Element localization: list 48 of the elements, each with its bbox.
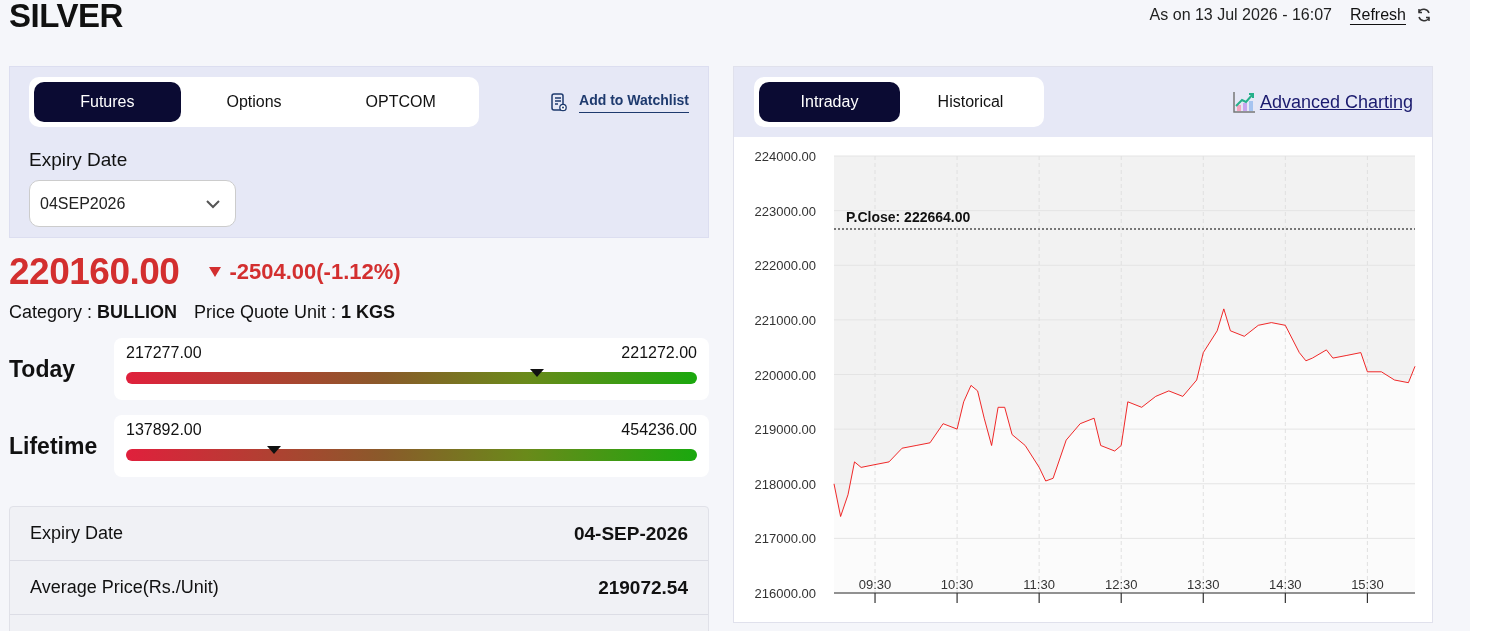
range-high: 221272.00 [621, 344, 697, 362]
chevron-down-icon [205, 198, 221, 209]
chart-range-tab[interactable]: Historical [900, 82, 1041, 122]
range-high: 454236.00 [621, 421, 697, 439]
y-axis-label: 217000.00 [754, 531, 816, 547]
price-change: -2504.00(-1.12%) [229, 259, 401, 285]
price-unit-value: 1 KGS [341, 302, 396, 323]
refresh-link[interactable]: Refresh [1349, 6, 1406, 24]
x-axis-label: 14:30 [1269, 577, 1302, 592]
y-axis-label: 216000.00 [754, 586, 816, 601]
y-axis-label: 219000.00 [754, 422, 816, 438]
segment-tab[interactable]: Futures [34, 82, 181, 122]
timestamp: As on 13 Jul 2026 - 16:07 [1149, 6, 1332, 24]
x-axis-label: 10:30 [940, 577, 974, 592]
refresh-icon[interactable] [1416, 7, 1432, 23]
range-label: Lifetime [9, 432, 99, 460]
y-axis-label: 221000.00 [754, 312, 816, 328]
previous-close-label: P.Close: 222664.00 [846, 209, 971, 225]
last-price: 220160.00 [9, 251, 180, 293]
page-title: SILVER [9, 0, 123, 35]
y-axis-label: 222000.00 [754, 258, 816, 274]
category-label: Category : [9, 302, 93, 323]
y-axis-label: 223000.00 [754, 203, 816, 219]
x-axis-label: 09:30 [858, 577, 892, 592]
expiry-date-label: Expiry Date [29, 149, 129, 171]
x-axis-label: 15:30 [1351, 577, 1384, 592]
watchlist-icon[interactable] [551, 92, 568, 112]
x-axis-label: 12:30 [1104, 577, 1138, 592]
y-axis-label: 220000.00 [754, 367, 816, 383]
add-to-watchlist-link[interactable]: Add to Watchlist [579, 91, 689, 113]
detail-value: 04-SEP-2026 [573, 522, 688, 545]
price-unit-label: Price Quote Unit : [194, 302, 337, 323]
advanced-charting-link[interactable]: Advanced Charting [1259, 91, 1413, 113]
y-axis-label: 224000.00 [754, 149, 816, 164]
category-value: BULLION [97, 302, 178, 323]
range-low: 217277.00 [126, 344, 202, 362]
detail-label: Expiry Date [30, 523, 124, 544]
segment-tab[interactable]: Options [180, 82, 328, 122]
x-axis-label: 13:30 [1187, 577, 1220, 592]
segment-tab[interactable]: OPTCOM [327, 82, 474, 122]
detail-value: 219072.54 [598, 576, 688, 599]
range-low: 137892.00 [126, 421, 202, 439]
chart-range-tab[interactable]: Intraday [759, 82, 900, 122]
range-label: Today [9, 355, 77, 383]
expiry-date-dropdown[interactable]: 04SEP2026 [29, 180, 236, 227]
detail-label: Average Price(Rs./Unit) [30, 577, 219, 598]
x-axis-label: 11:30 [1023, 577, 1055, 592]
y-axis-label: 218000.00 [754, 476, 816, 492]
